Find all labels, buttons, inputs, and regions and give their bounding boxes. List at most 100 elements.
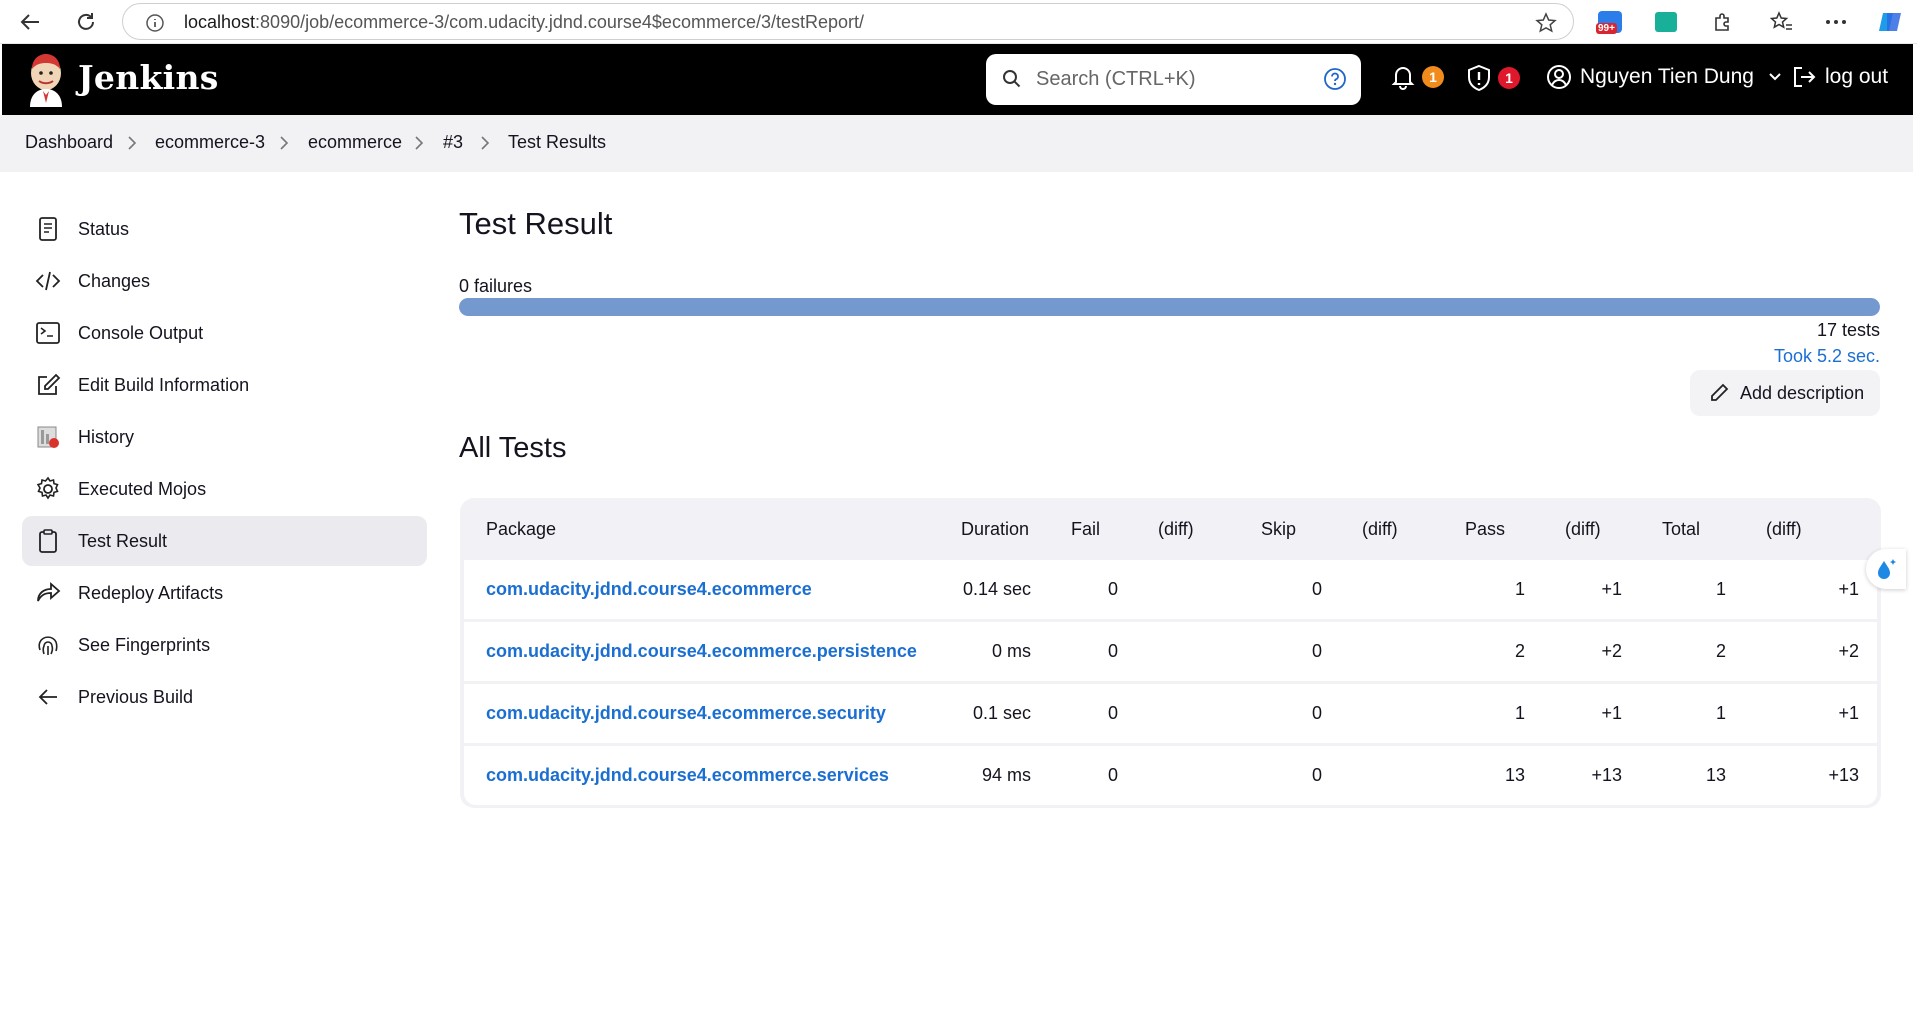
add-description-label: Add description <box>1740 382 1865 403</box>
sidebar-item-console-output[interactable]: Console Output <box>22 308 427 358</box>
total-diff-cell: +2 <box>1838 641 1859 661</box>
package-link[interactable]: com.udacity.jdnd.course4.ecommerce <box>464 579 812 599</box>
notifications-button[interactable]: 1 <box>1390 64 1444 90</box>
favorites-button[interactable] <box>1766 6 1798 38</box>
skip-diff-cell <box>1340 684 1443 743</box>
sidebar-item-label: Previous Build <box>78 686 194 707</box>
url-host: localhost <box>184 12 256 32</box>
pass-cell: 1 <box>1514 703 1525 723</box>
add-description-button[interactable]: Add description <box>1690 370 1880 416</box>
column-header-package[interactable]: Package <box>464 501 939 557</box>
sidebar-item-test-result[interactable]: Test Result <box>22 516 427 566</box>
breadcrumb-build[interactable]: #3 <box>443 132 463 153</box>
logout-label: log out <box>1825 65 1889 88</box>
url-text[interactable]: localhost:8090/job/ecommerce-3/com.udaci… <box>184 12 864 33</box>
floating-assistant-button[interactable] <box>1866 549 1906 589</box>
browser-toolbar: localhost:8090/job/ecommerce-3/com.udaci… <box>0 0 1917 44</box>
table-row: com.udacity.jdnd.course4.ecommerce.secur… <box>464 684 1877 743</box>
breadcrumb-dashboard[interactable]: Dashboard <box>25 132 113 153</box>
column-header-skip-diff[interactable]: (diff) <box>1340 501 1443 557</box>
security-button[interactable]: 1 <box>1466 64 1520 92</box>
skip-cell: 0 <box>1311 765 1322 785</box>
fail-diff-cell <box>1136 622 1239 681</box>
sidebar-item-edit-build-information[interactable]: Edit Build Information <box>22 360 427 410</box>
skip-diff-cell <box>1340 560 1443 619</box>
url-path: :8090/job/ecommerce-3/com.udacity.jdnd.c… <box>255 12 865 32</box>
reload-icon <box>78 13 94 30</box>
total-cell: 1 <box>1715 703 1726 723</box>
column-header-pass[interactable]: Pass <box>1443 501 1543 557</box>
sidebar-item-label: Executed Mojos <box>78 478 207 499</box>
more-dots-icon <box>1826 20 1846 24</box>
column-header-total[interactable]: Total <box>1640 501 1744 557</box>
user-menu-button[interactable]: Nguyen Tien Dung <box>1546 64 1782 90</box>
column-header-fail[interactable]: Fail <box>1049 501 1136 557</box>
search-input[interactable] <box>1036 54 1306 105</box>
took-duration-link[interactable]: Took 5.2 sec. <box>1774 346 1880 367</box>
sidebar-item-label: Edit Build Information <box>78 374 250 395</box>
extensions-button[interactable] <box>1706 6 1738 38</box>
copilot-icon <box>1879 13 1901 31</box>
extension-button[interactable] <box>1650 6 1682 38</box>
package-link[interactable]: com.udacity.jdnd.course4.ecommerce.secur… <box>464 703 886 723</box>
column-header-skip[interactable]: Skip <box>1239 501 1340 557</box>
sidebar-item-changes[interactable]: Changes <box>22 256 427 306</box>
column-header-pass-diff[interactable]: (diff) <box>1543 501 1640 557</box>
jenkins-brand-title[interactable]: Jenkins <box>78 58 219 97</box>
breadcrumb-test-results[interactable]: Test Results <box>508 132 606 153</box>
help-icon[interactable] <box>1323 67 1347 91</box>
favorite-star-icon[interactable] <box>1535 12 1557 34</box>
gear-icon <box>35 476 61 502</box>
extension-icon <box>1655 12 1677 32</box>
column-header-total-diff[interactable]: (diff) <box>1744 501 1877 557</box>
table-row: com.udacity.jdnd.course4.ecommerce 0.14 … <box>464 560 1877 619</box>
package-link[interactable]: com.udacity.jdnd.course4.ecommerce.servi… <box>464 765 889 785</box>
security-badge: 1 <box>1498 67 1520 89</box>
search-box[interactable] <box>986 54 1361 105</box>
package-link[interactable]: com.udacity.jdnd.course4.ecommerce.persi… <box>464 641 917 661</box>
sidebar-item-previous-build[interactable]: Previous Build <box>22 672 427 722</box>
test-results-table-card: Package Duration Fail (diff) Skip (diff)… <box>460 498 1881 808</box>
sidebar-item-label: See Fingerprints <box>78 634 211 655</box>
more-menu-button[interactable] <box>1820 6 1852 38</box>
test-progress-bar <box>459 298 1880 316</box>
extension-button[interactable]: 99+ <box>1594 6 1626 38</box>
redeploy-icon <box>35 580 61 606</box>
chevron-down-icon <box>1769 73 1781 81</box>
puzzle-icon <box>1715 13 1729 31</box>
pass-cell: 2 <box>1514 641 1525 661</box>
notifications-badge: 1 <box>1422 66 1444 88</box>
extension-icon: 99+ <box>1596 11 1622 34</box>
breadcrumb-job[interactable]: ecommerce-3 <box>155 132 265 153</box>
breadcrumb-module[interactable]: ecommerce <box>308 132 402 153</box>
back-arrow-icon <box>20 14 39 30</box>
jenkins-logo-icon[interactable] <box>26 53 66 107</box>
page-title: Test Result <box>459 206 613 241</box>
back-button[interactable] <box>14 6 46 38</box>
copilot-button[interactable] <box>1874 6 1906 38</box>
skip-cell: 0 <box>1311 579 1322 599</box>
sidebar-item-see-fingerprints[interactable]: See Fingerprints <box>22 620 427 670</box>
logout-button[interactable]: log out <box>1791 64 1888 90</box>
duration-cell: 0.14 sec <box>962 579 1031 599</box>
skip-diff-cell <box>1340 746 1443 805</box>
sidebar-item-redeploy-artifacts[interactable]: Redeploy Artifacts <box>22 568 427 618</box>
address-bar[interactable]: localhost:8090/job/ecommerce-3/com.udaci… <box>122 3 1574 40</box>
column-header-fail-diff[interactable]: (diff) <box>1136 501 1239 557</box>
jenkins-header: Jenkins 1 1 Nguyen Tien Dung log out <box>2 44 1913 115</box>
sidebar-item-status[interactable]: Status <box>22 204 427 254</box>
all-tests-title: All Tests <box>459 432 567 464</box>
sidebar-item-label: Changes <box>78 270 151 291</box>
reload-button[interactable] <box>70 6 102 38</box>
total-cell: 1 <box>1715 579 1726 599</box>
fail-diff-cell <box>1136 560 1239 619</box>
fail-cell: 0 <box>1107 641 1118 661</box>
edit-icon <box>35 372 61 398</box>
sidebar-item-history[interactable]: History <box>22 412 427 462</box>
sidebar-item-executed-mojos[interactable]: Executed Mojos <box>22 464 427 514</box>
fail-diff-cell <box>1136 746 1239 805</box>
info-icon[interactable] <box>145 13 165 33</box>
user-avatar-icon <box>1547 65 1571 89</box>
chevron-right-icon <box>280 136 289 150</box>
column-header-duration[interactable]: Duration <box>939 501 1049 557</box>
